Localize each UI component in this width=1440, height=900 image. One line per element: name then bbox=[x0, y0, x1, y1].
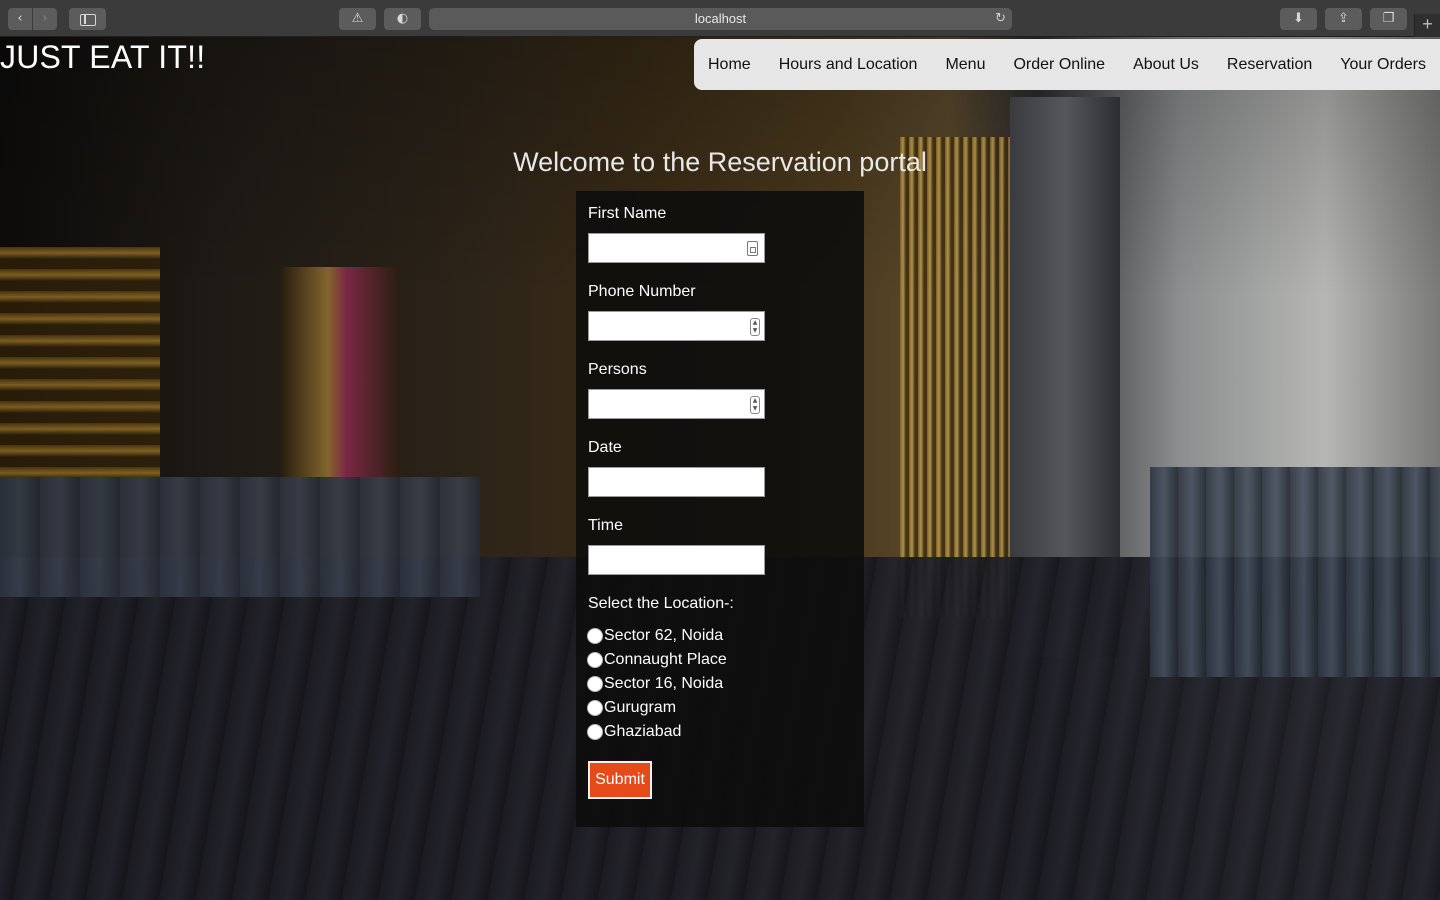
time-label: Time bbox=[588, 517, 623, 534]
reservation-form: First Name Phone Number ▲ ▼ Persons ▲ ▼ Da… bbox=[576, 191, 864, 827]
phone-input[interactable]: ▲ ▼ bbox=[588, 311, 765, 341]
time-input[interactable] bbox=[588, 545, 765, 575]
radio-button[interactable] bbox=[587, 676, 603, 692]
persons-label: Persons bbox=[588, 361, 647, 378]
stepper-icon[interactable]: ▲ ▼ bbox=[750, 318, 760, 336]
date-label: Date bbox=[588, 439, 622, 456]
tabs-icon: ❐ bbox=[1382, 11, 1395, 26]
nav-home[interactable]: Home bbox=[694, 39, 765, 90]
background-decor bbox=[280, 267, 400, 477]
nav-hours-location[interactable]: Hours and Location bbox=[765, 39, 932, 90]
contact-card-icon bbox=[747, 241, 758, 256]
page: JUST EAT IT!! Home Hours and Location Me… bbox=[0, 37, 1440, 900]
warning-icon: ⚠ bbox=[351, 11, 364, 26]
share-icon: ⇪ bbox=[1338, 11, 1349, 26]
date-input[interactable] bbox=[588, 467, 765, 497]
location-label: Select the Location-: bbox=[588, 595, 734, 612]
downloads-button[interactable]: ⬇ bbox=[1280, 8, 1317, 30]
location-option-connaught[interactable]: Connaught Place bbox=[587, 651, 727, 669]
radio-button[interactable] bbox=[587, 628, 603, 644]
url-text: localhost bbox=[694, 11, 747, 26]
privacy-button[interactable]: ◐ bbox=[384, 8, 421, 30]
show-tabs-button[interactable]: ❐ bbox=[1370, 8, 1407, 30]
share-button[interactable]: ⇪ bbox=[1325, 8, 1362, 30]
reload-icon[interactable]: ↻ bbox=[995, 8, 1006, 30]
browser-toolbar: ‹ › ⚠ ◐ localhost ↻ ⬇ ⇪ ❐ + bbox=[0, 0, 1440, 37]
warning-button[interactable]: ⚠ bbox=[339, 8, 376, 30]
new-tab-button[interactable]: + bbox=[1414, 14, 1440, 37]
nav-your-orders[interactable]: Your Orders bbox=[1326, 39, 1440, 90]
main-nav: Home Hours and Location Menu Order Onlin… bbox=[694, 39, 1440, 90]
submit-button[interactable]: Submit bbox=[588, 761, 652, 799]
nav-about-us[interactable]: About Us bbox=[1119, 39, 1213, 90]
phone-label: Phone Number bbox=[588, 283, 696, 300]
background-decor bbox=[900, 137, 1010, 617]
stepper-icon[interactable]: ▲ ▼ bbox=[750, 396, 760, 414]
chevron-left-icon: ‹ bbox=[17, 11, 23, 26]
location-option-sector16[interactable]: Sector 16, Noida bbox=[587, 675, 723, 693]
sidebar-toggle-button[interactable] bbox=[69, 8, 106, 30]
background-decor bbox=[0, 477, 480, 597]
download-icon: ⬇ bbox=[1293, 11, 1304, 26]
back-button[interactable]: ‹ bbox=[8, 8, 32, 30]
location-option-sector62[interactable]: Sector 62, Noida bbox=[587, 627, 723, 645]
plus-icon: + bbox=[1422, 14, 1433, 34]
radio-button[interactable] bbox=[587, 652, 603, 668]
nav-reservation[interactable]: Reservation bbox=[1213, 39, 1326, 90]
forward-button[interactable]: › bbox=[33, 8, 57, 30]
page-title: Welcome to the Reservation portal bbox=[513, 147, 927, 177]
first-name-label: First Name bbox=[588, 205, 667, 222]
chevron-right-icon: › bbox=[42, 11, 48, 26]
nav-order-online[interactable]: Order Online bbox=[999, 39, 1119, 90]
location-option-ghaziabad[interactable]: Ghaziabad bbox=[587, 723, 681, 741]
address-bar[interactable]: localhost ↻ bbox=[429, 8, 1012, 30]
first-name-input[interactable] bbox=[588, 233, 765, 263]
background-decor bbox=[1150, 467, 1440, 677]
privacy-shield-icon: ◐ bbox=[396, 11, 409, 26]
persons-input[interactable]: ▲ ▼ bbox=[588, 389, 765, 419]
nav-menu[interactable]: Menu bbox=[931, 39, 999, 90]
radio-button[interactable] bbox=[587, 724, 603, 740]
background-decor bbox=[0, 247, 160, 477]
radio-button[interactable] bbox=[587, 700, 603, 716]
location-option-gurugram[interactable]: Gurugram bbox=[587, 699, 676, 717]
site-logo: JUST EAT IT!! bbox=[0, 39, 206, 75]
